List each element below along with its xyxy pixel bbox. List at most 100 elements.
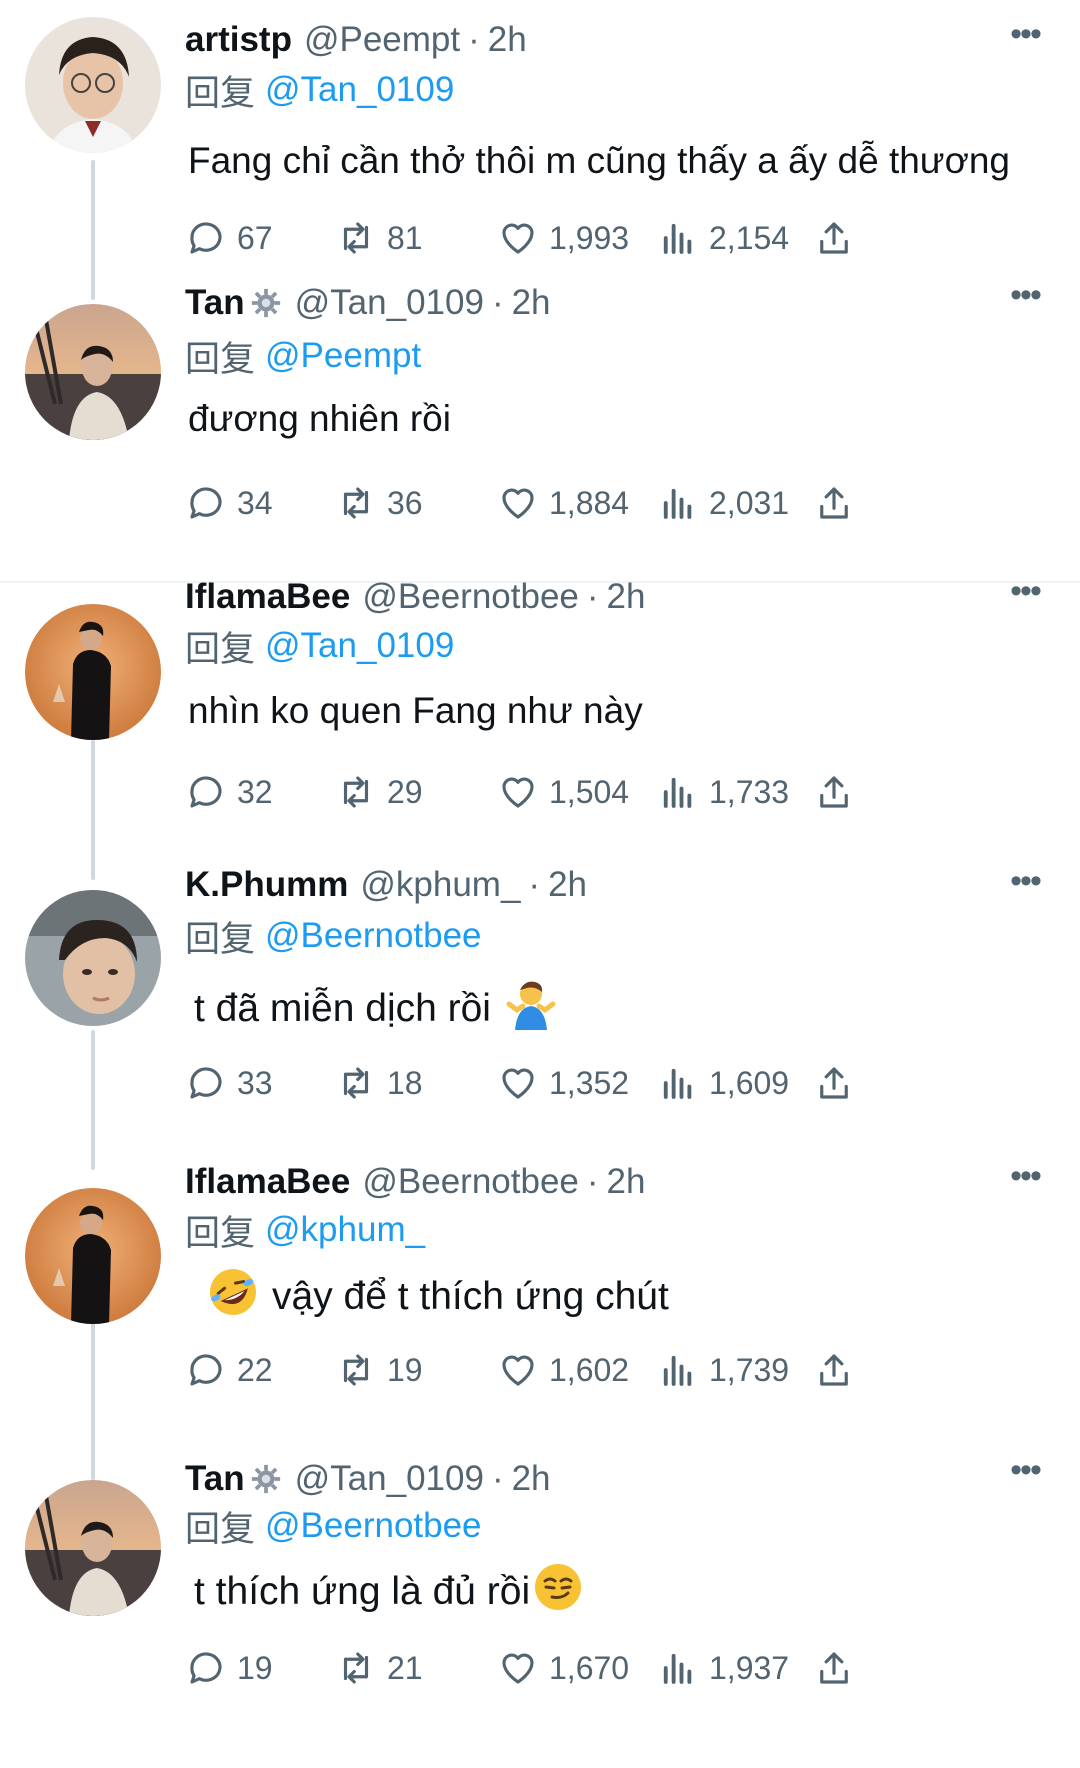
retweet-count: 19	[387, 1351, 423, 1388]
like-button[interactable]: 1,993	[497, 213, 629, 263]
retweet-button[interactable]: 19	[335, 1345, 423, 1395]
more-options-icon[interactable]: •••	[1005, 1159, 1045, 1206]
timestamp[interactable]: 2h	[488, 20, 527, 60]
tweet-text-content: t đã miễn dịch rồi	[194, 987, 491, 1030]
retweet-icon	[343, 1354, 369, 1386]
smirk-emoji	[532, 1561, 584, 1623]
timestamp[interactable]: 2h	[548, 865, 587, 905]
reply-to-handle[interactable]: @Beernotbee	[265, 1506, 482, 1546]
gear-badge-icon	[249, 286, 283, 320]
reply-button[interactable]: 34	[185, 478, 273, 528]
reply-to-handle[interactable]: @Beernotbee	[265, 916, 482, 956]
replying-to: 回复 @Beernotbee	[185, 1504, 482, 1549]
retweet-button[interactable]: 18	[335, 1058, 423, 1108]
more-options-icon[interactable]: •••	[1005, 574, 1045, 621]
views-button[interactable]: 1,733	[657, 767, 789, 817]
more-options-icon[interactable]: •••	[1005, 1453, 1045, 1500]
reply-button[interactable]: 33	[185, 1058, 273, 1108]
like-button[interactable]: 1,504	[497, 767, 629, 817]
view-count: 1,937	[709, 1649, 790, 1686]
reply-to-handle[interactable]: @Tan_0109	[265, 70, 454, 110]
views-icon	[663, 488, 692, 519]
views-button[interactable]: 1,739	[657, 1345, 789, 1395]
user-handle[interactable]: @Beernotbee	[362, 1162, 579, 1202]
tweet[interactable]: K.Phumm @kphum_ · 2h ••• 回复 @Beernotbee …	[0, 864, 1080, 1163]
share-button[interactable]	[813, 767, 865, 817]
views-icon	[663, 1653, 692, 1684]
display-name[interactable]: K.Phumm	[185, 865, 348, 905]
tweet[interactable]: Tan @Tan_0109 · 2h ••• 回复 @Beernotbee t …	[0, 1453, 1080, 1768]
avatar[interactable]	[25, 304, 161, 440]
avatar[interactable]	[25, 890, 161, 1026]
more-options-icon[interactable]: •••	[1005, 864, 1045, 911]
display-name[interactable]: Tan	[185, 283, 245, 323]
tweet-text-content: t thích ứng là đủ rồi	[194, 1570, 531, 1613]
reply-prefix: 回复	[185, 1509, 256, 1549]
tweet-text-content: nhìn ko quen Fang như này	[188, 690, 643, 731]
tweet[interactable]: artistp @Peempt · 2h ••• 回复 @Tan_0109 Fa…	[0, 0, 1080, 290]
share-button[interactable]	[813, 213, 865, 263]
tweet-header: K.Phumm @kphum_ · 2h	[185, 865, 587, 905]
user-handle[interactable]: @Beernotbee	[362, 577, 579, 617]
retweet-count: 36	[387, 484, 423, 521]
timestamp[interactable]: 2h	[512, 1459, 551, 1499]
more-options-icon[interactable]: •••	[1005, 278, 1045, 325]
like-button[interactable]: 1,352	[497, 1058, 629, 1108]
avatar[interactable]	[25, 17, 161, 153]
user-handle[interactable]: @Tan_0109	[295, 283, 484, 323]
views-button[interactable]: 1,609	[657, 1058, 789, 1108]
tweet-text: Fang chỉ cần thở thôi m cũng thấy a ấy d…	[188, 138, 1010, 184]
reply-to-handle[interactable]: @Peempt	[265, 336, 421, 376]
timestamp[interactable]: 2h	[607, 577, 646, 617]
tweet[interactable]: IflamaBee @Beernotbee · 2h ••• 回复 @Tan_0…	[0, 574, 1080, 873]
reply-icon	[190, 1067, 222, 1099]
display-name[interactable]: IflamaBee	[185, 577, 350, 617]
avatar[interactable]	[25, 1480, 161, 1616]
reply-button[interactable]: 32	[185, 767, 273, 817]
share-button[interactable]	[813, 1345, 865, 1395]
user-handle[interactable]: @kphum_	[360, 865, 520, 905]
share-icon	[820, 487, 848, 519]
like-button[interactable]: 1,602	[497, 1345, 629, 1395]
reply-prefix: 回复	[185, 919, 256, 959]
views-button[interactable]: 2,154	[657, 213, 789, 263]
reply-to-handle[interactable]: @Tan_0109	[265, 626, 454, 666]
retweet-button[interactable]: 36	[335, 478, 423, 528]
views-button[interactable]: 2,031	[657, 478, 789, 528]
display-name[interactable]: artistp	[185, 20, 292, 60]
reply-prefix: 回复	[185, 629, 256, 669]
reply-button[interactable]: 22	[185, 1345, 273, 1395]
avatar[interactable]	[25, 1188, 161, 1324]
reply-icon	[190, 1652, 222, 1684]
timestamp[interactable]: 2h	[512, 283, 551, 323]
display-name[interactable]: IflamaBee	[185, 1162, 350, 1202]
reply-button[interactable]: 67	[185, 213, 273, 263]
retweet-button[interactable]: 29	[335, 767, 423, 817]
display-name[interactable]: Tan	[185, 1459, 245, 1499]
like-button[interactable]: 1,884	[497, 478, 629, 528]
timestamp[interactable]: 2h	[607, 1162, 646, 1202]
like-button[interactable]: 1,670	[497, 1643, 629, 1693]
user-handle[interactable]: @Tan_0109	[295, 1459, 484, 1499]
reply-button[interactable]: 19	[185, 1643, 273, 1693]
share-icon	[820, 776, 848, 808]
action-bar: 32 29 1,504 1,733	[185, 767, 975, 817]
user-handle[interactable]: @Peempt	[304, 20, 460, 60]
share-icon	[820, 1354, 848, 1386]
retweet-button[interactable]: 21	[335, 1643, 423, 1693]
avatar[interactable]	[25, 604, 161, 740]
gear-badge-icon	[249, 1462, 283, 1496]
separator-dot: ·	[468, 20, 480, 59]
tweet[interactable]: IflamaBee @Beernotbee · 2h ••• 回复 @kphum…	[0, 1159, 1080, 1463]
share-button[interactable]	[813, 478, 865, 528]
share-button[interactable]	[813, 1058, 865, 1108]
retweet-count: 18	[387, 1064, 423, 1101]
views-button[interactable]: 1,937	[657, 1643, 789, 1693]
heart-icon	[502, 488, 534, 519]
retweet-button[interactable]: 81	[335, 213, 423, 263]
more-options-icon[interactable]: •••	[1005, 17, 1045, 64]
view-count: 1,609	[709, 1064, 790, 1101]
share-button[interactable]	[813, 1643, 865, 1693]
tweet[interactable]: Tan @Tan_0109 · 2h ••• 回复 @Peempt đương …	[0, 278, 1080, 580]
reply-prefix: 回复	[185, 73, 256, 113]
